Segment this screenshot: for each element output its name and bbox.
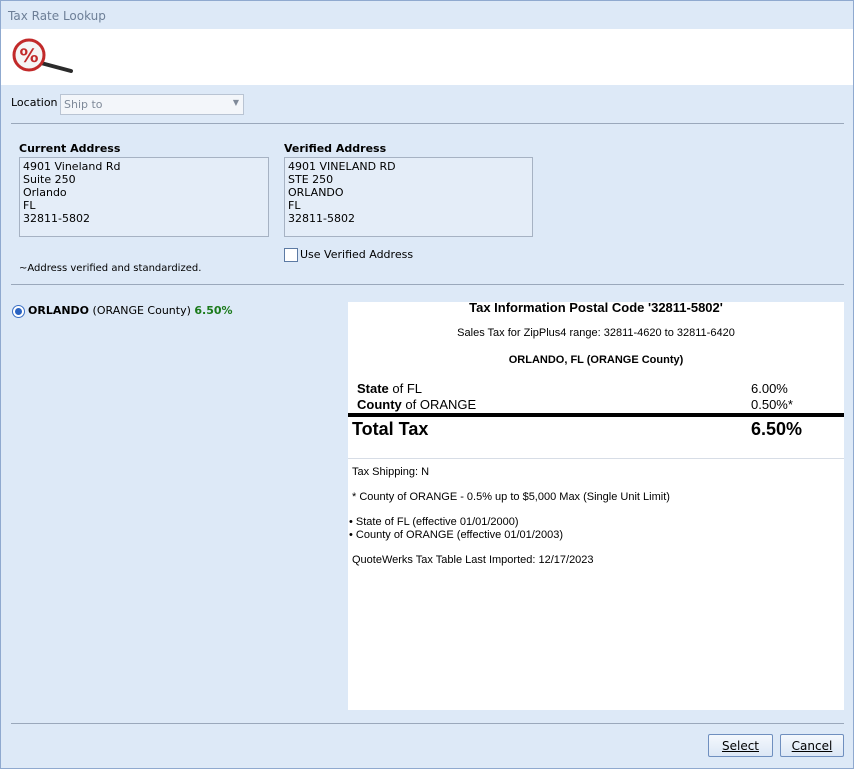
window-title: Tax Rate Lookup xyxy=(8,9,106,23)
current-address-line: 32811-5802 xyxy=(23,212,90,225)
use-verified-address-label[interactable]: Use Verified Address xyxy=(300,248,413,261)
verification-note: ~Address verified and standardized. xyxy=(19,263,202,274)
percent-magnifier-icon: % xyxy=(12,38,73,73)
verified-address-line: 4901 VINELAND RD xyxy=(288,160,396,173)
current-address-box: 4901 Vineland Rd Suite 250 Orlando FL 32… xyxy=(19,157,269,237)
tax-rate-lookup-window: Tax Rate Lookup % Location Ship to ▼ Cur… xyxy=(0,0,854,769)
location-dropdown[interactable]: Ship to ▼ xyxy=(60,94,244,115)
use-verified-address-checkbox[interactable] xyxy=(284,248,298,262)
state-tax-rate: 6.00% xyxy=(751,381,788,396)
result-county: (ORANGE County) xyxy=(92,304,191,317)
result-rate: 6.50% xyxy=(194,304,233,317)
verified-address-line: ORLANDO xyxy=(288,186,344,199)
svg-text:%: % xyxy=(19,45,38,67)
divider xyxy=(11,723,844,724)
radio-selected-dot xyxy=(15,308,22,315)
tax-information-panel: Tax Information Postal Code '32811-5802'… xyxy=(348,300,844,710)
verified-address-line: FL xyxy=(288,199,301,212)
total-tax-rate: 6.50% xyxy=(751,419,803,439)
verified-address-heading: Verified Address xyxy=(284,142,387,155)
current-address-line: Suite 250 xyxy=(23,173,76,186)
state-effective-date: • State of FL (effective 01/01/2000) xyxy=(349,516,519,528)
county-effective-date: • County of ORANGE (effective 01/01/2003… xyxy=(349,529,563,541)
divider xyxy=(11,123,844,124)
state-tax-label: State of FL xyxy=(357,381,423,396)
total-divider xyxy=(348,413,844,417)
result-city: ORLANDO xyxy=(28,304,90,317)
verified-address-line: 32811-5802 xyxy=(288,212,355,225)
verified-address-line: STE 250 xyxy=(288,173,334,186)
chevron-down-icon: ▼ xyxy=(232,98,239,107)
cancel-button[interactable]: Cancel xyxy=(780,734,844,757)
county-footnote: * County of ORANGE - 0.5% up to $5,000 M… xyxy=(352,491,670,503)
zip-range: Sales Tax for ZipPlus4 range: 32811-4620… xyxy=(457,327,735,339)
location-label: Location xyxy=(11,96,58,109)
county-tax-rate: 0.50%* xyxy=(751,397,793,412)
current-address-heading: Current Address xyxy=(19,142,121,155)
county-tax-label: County of ORANGE xyxy=(357,397,477,412)
divider xyxy=(348,458,844,459)
tax-shipping: Tax Shipping: N xyxy=(352,466,430,478)
verified-address-box: 4901 VINELAND RD STE 250 ORLANDO FL 3281… xyxy=(284,157,533,237)
title-bar: Tax Rate Lookup xyxy=(1,1,853,29)
banner: % xyxy=(1,29,853,85)
current-address-line: FL xyxy=(23,199,36,212)
tax-location: ORLANDO, FL (ORANGE County) xyxy=(508,354,684,366)
last-imported: QuoteWerks Tax Table Last Imported: 12/1… xyxy=(352,554,594,566)
current-address-line: Orlando xyxy=(23,186,67,199)
result-option[interactable]: ORLANDO (ORANGE County) 6.50% xyxy=(28,304,233,317)
total-tax-label: Total Tax xyxy=(352,419,429,439)
divider xyxy=(11,284,844,285)
tax-info-title: Tax Information Postal Code '32811-5802' xyxy=(469,300,723,315)
location-value: Ship to xyxy=(64,98,103,111)
result-radio[interactable] xyxy=(12,305,25,318)
current-address-line: 4901 Vineland Rd xyxy=(23,160,121,173)
select-button[interactable]: Select xyxy=(708,734,773,757)
